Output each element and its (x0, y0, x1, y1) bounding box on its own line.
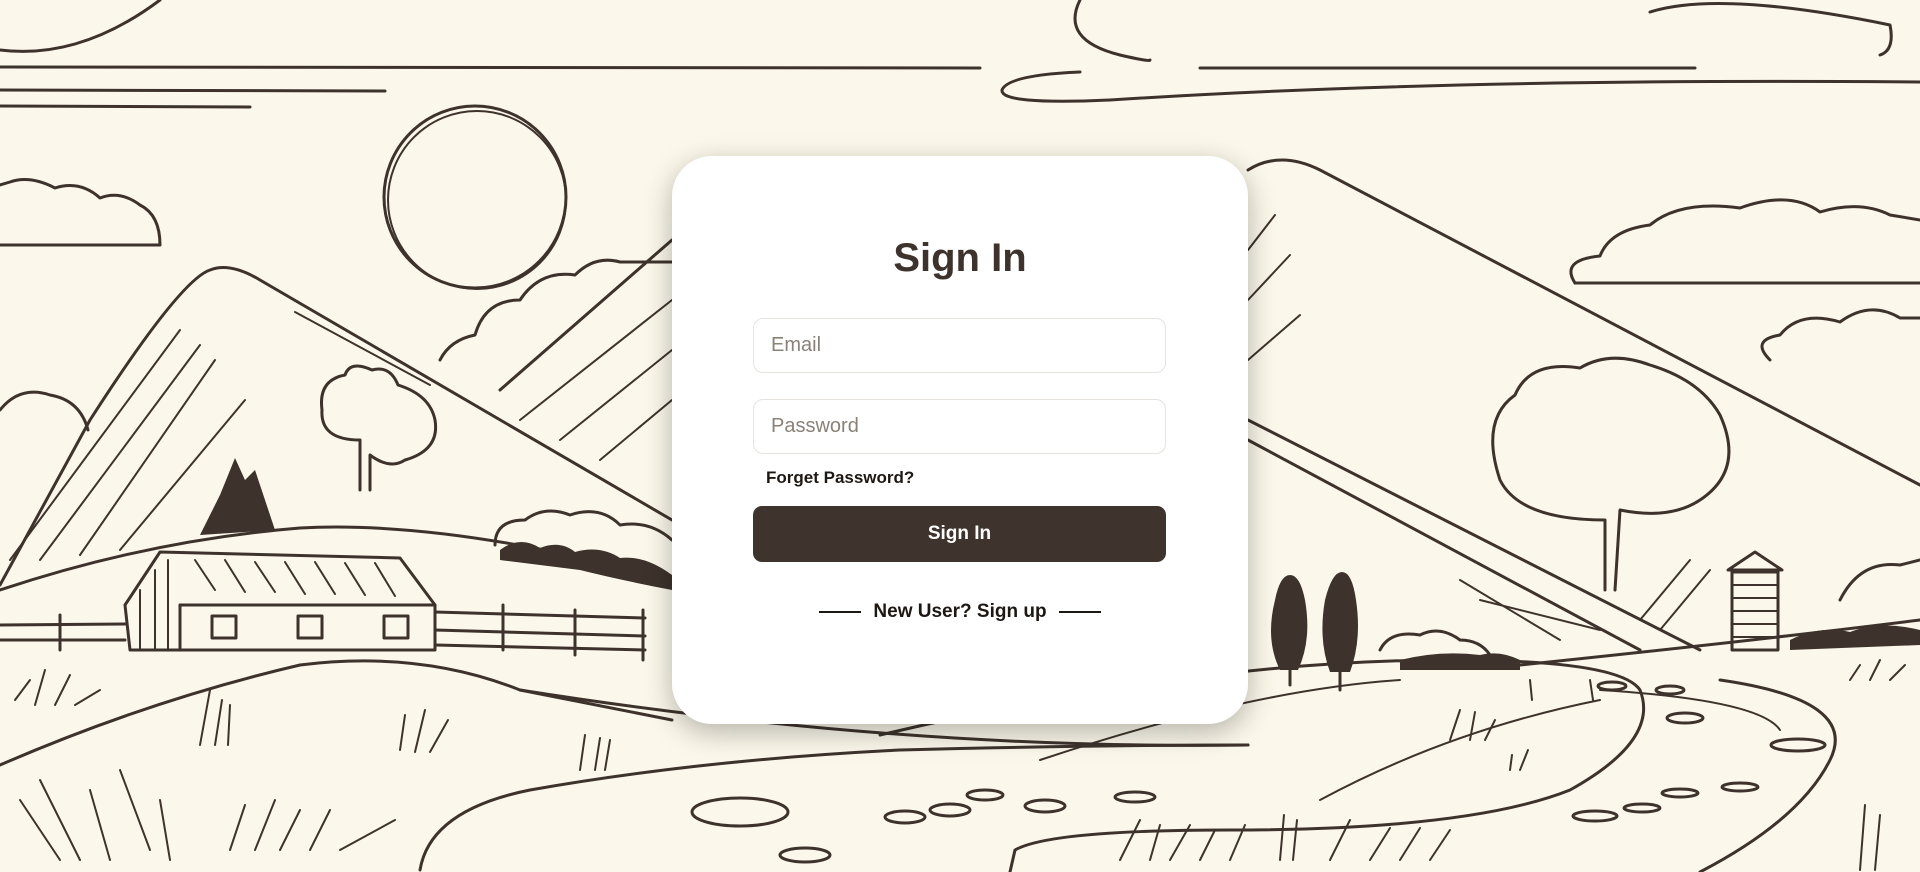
divider-right (1058, 611, 1101, 613)
signup-row: New User? Sign up (0, 601, 1920, 623)
divider-left (819, 611, 862, 613)
page-title: Sign In (893, 236, 1027, 280)
sign-up-link[interactable]: New User? Sign up (873, 601, 1046, 623)
left-mountain (0, 238, 674, 587)
forgot-password-link[interactable]: Forget Password? (766, 468, 914, 488)
password-field[interactable] (753, 399, 1166, 454)
sign-in-button[interactable]: Sign In (753, 506, 1166, 562)
sky-lines (0, 0, 1920, 109)
email-field[interactable] (753, 318, 1166, 373)
